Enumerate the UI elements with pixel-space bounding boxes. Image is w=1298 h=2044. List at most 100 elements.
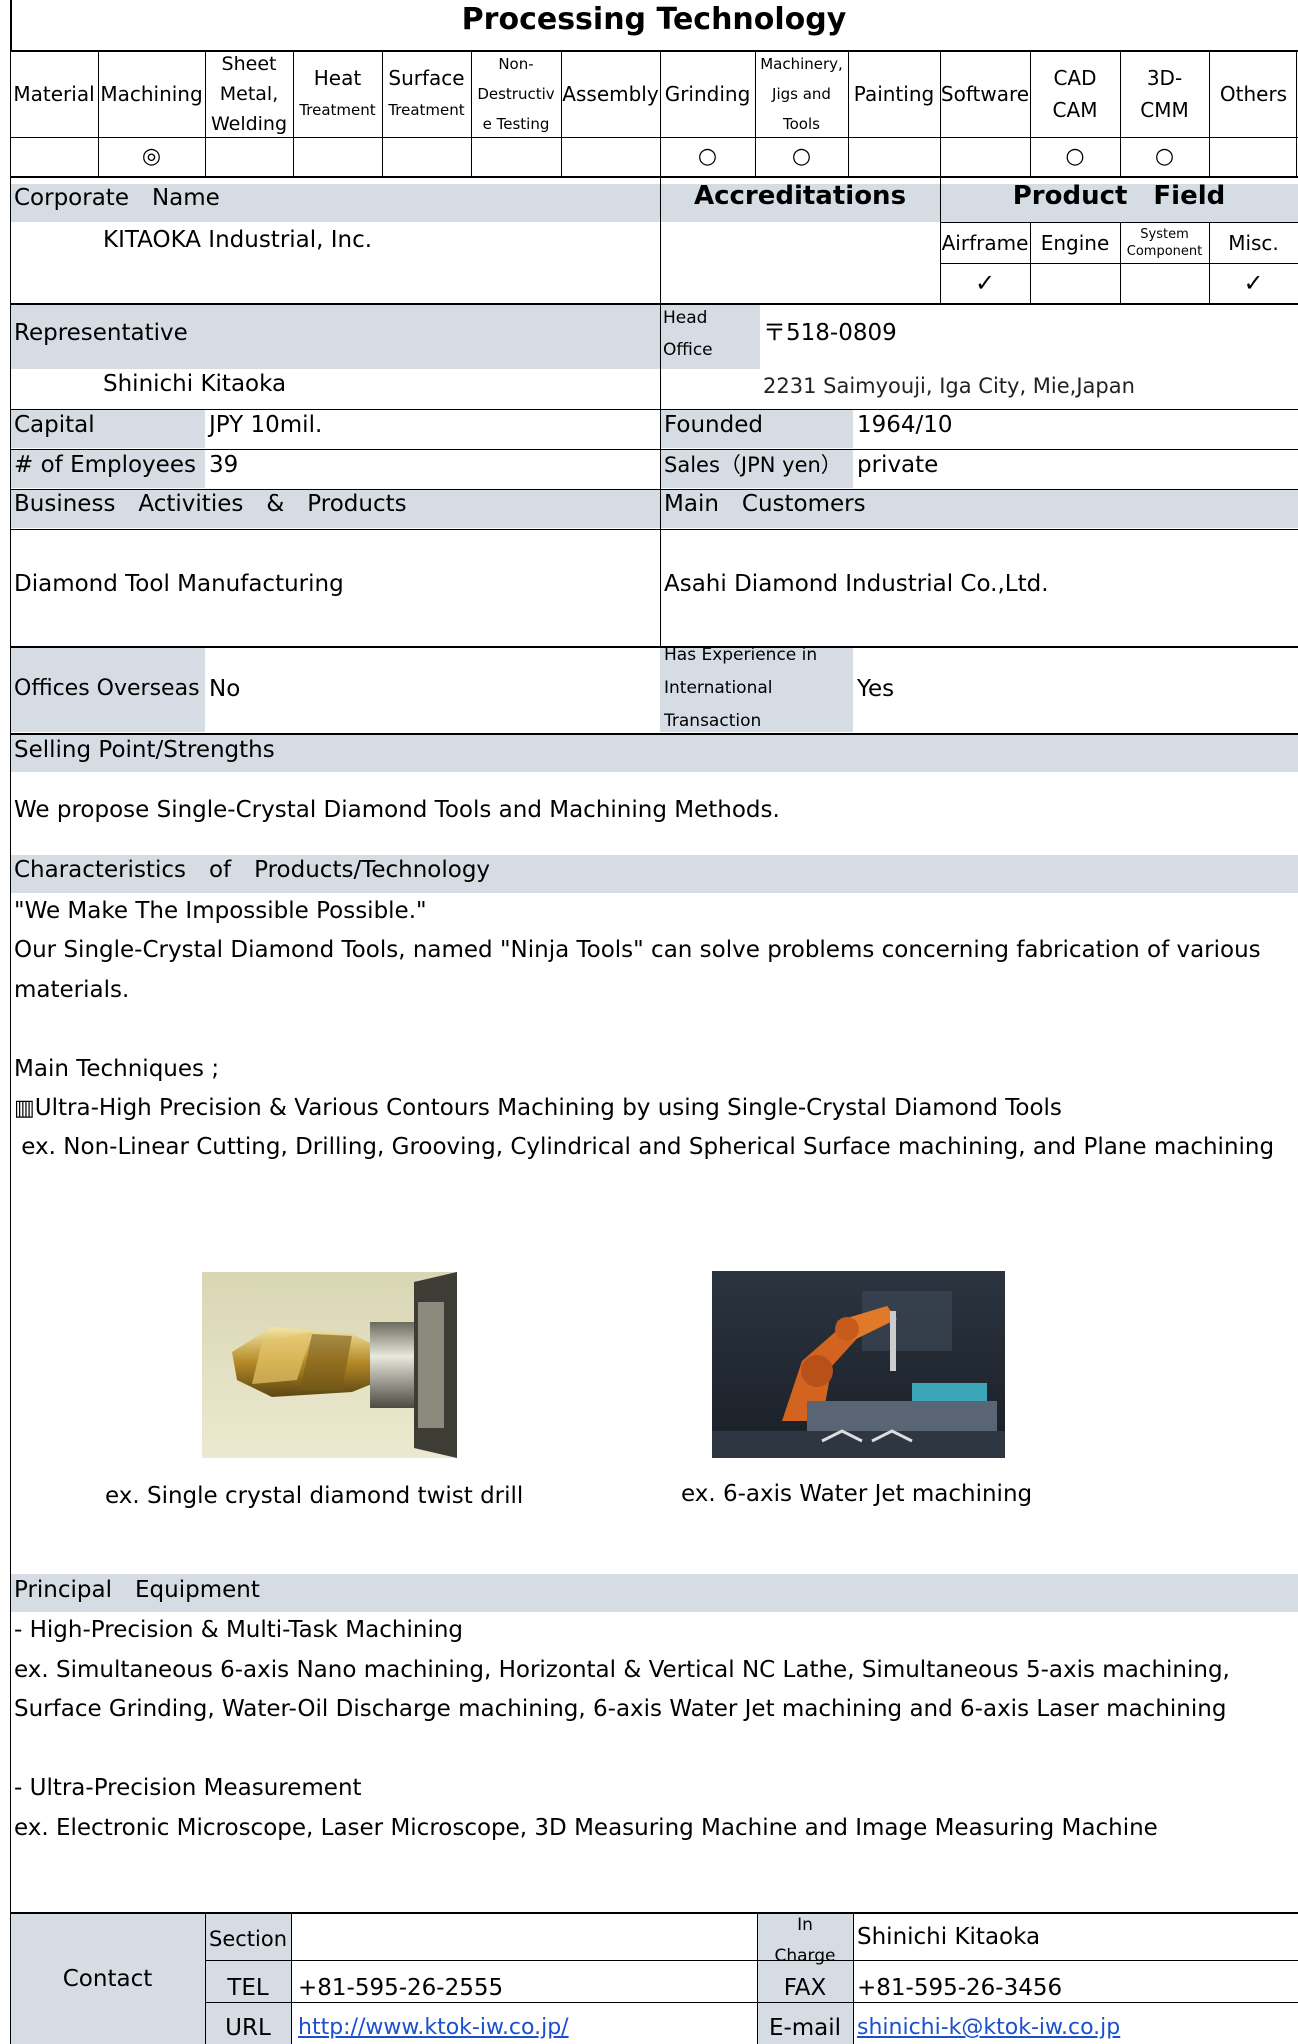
email-link[interactable]: shinichi-k@ktok-iw.co.jp: [857, 2014, 1120, 2042]
product-field-label: Product Field: [1012, 181, 1226, 211]
characteristics-line: ex. Non-Linear Cutting, Drilling, Groovi…: [14, 1134, 1275, 1160]
founded-value: 1964/10: [857, 412, 953, 438]
process-mark: [205, 139, 293, 175]
border-line: [10, 449, 1298, 450]
employees-label: # of Employees: [14, 452, 196, 478]
border-line: [10, 50, 1298, 52]
process-column-label: Software: [940, 82, 1030, 106]
process-mark: [382, 139, 471, 175]
process-column-label: CAD: [1053, 66, 1097, 90]
process-mark: [1209, 139, 1298, 175]
process-column-header: Non- Destructiv e Testing: [471, 52, 561, 136]
fax-value: +81-595-26-3456: [857, 1975, 1063, 2001]
equipment-line: - High-Precision & Multi-Task Machining: [14, 1617, 464, 1643]
fax-label: FAX: [783, 1975, 827, 2001]
accreditations-label: Accreditations: [693, 181, 907, 211]
company-profile-sheet: Processing Technology Material Machining ◎…: [0, 0, 1298, 2044]
process-column-label: CMM: [1140, 98, 1189, 122]
process-column-header: Painting: [848, 52, 940, 136]
process-column-header: Software: [940, 52, 1030, 136]
capital-value: JPY 10mil.: [209, 412, 323, 438]
process-mark: ○: [1065, 144, 1085, 169]
characteristics-bullet-line: ▥Ultra-High Precision & Various Contours…: [14, 1095, 1062, 1121]
characteristics-line: "We Make The Impossible Possible.": [14, 898, 427, 924]
water-jet-photo: [712, 1271, 1005, 1458]
border-line: [1120, 222, 1121, 303]
process-column-header: Others: [1209, 52, 1298, 136]
border-line: [10, 409, 1298, 410]
border-line: [471, 50, 472, 177]
process-column-label: Destructiv: [477, 85, 555, 103]
corporate-name-label: Corporate Name: [14, 185, 220, 211]
characteristics-line: Main Techniques ;: [14, 1056, 220, 1082]
border-line: [660, 409, 661, 647]
product-field-check: ✓: [974, 269, 996, 297]
selling-value: We propose Single-Crystal Diamond Tools …: [14, 797, 780, 823]
border-line: [291, 1912, 292, 2044]
process-column-label: Sheet: [221, 53, 277, 75]
water-jet-caption: ex. 6-axis Water Jet machining: [681, 1481, 1033, 1507]
process-column-label: Tools: [783, 115, 820, 133]
border-line: [940, 222, 1298, 223]
process-column-header: Material: [10, 52, 98, 136]
border-line: [757, 1912, 758, 2044]
bullet-glyph: ▥: [14, 1096, 35, 1121]
border-line: [848, 50, 849, 177]
tel-value: +81-595-26-2555: [298, 1975, 504, 2001]
border-line: [1209, 50, 1210, 177]
process-mark: ○: [1154, 144, 1175, 169]
process-column-label: Non-: [498, 55, 534, 73]
url-label: URL: [225, 2015, 271, 2041]
product-field-check: [1030, 264, 1120, 302]
drill-caption: ex. Single crystal diamond twist drill: [105, 1483, 524, 1509]
process-mark: ○: [791, 144, 812, 169]
border-line: [940, 176, 941, 303]
border-line: [1209, 222, 1210, 303]
border-line: [10, 733, 1298, 735]
characteristics-line: materials.: [14, 977, 130, 1003]
border-line: [10, 50, 11, 2044]
selling-label: Selling Point/Strengths: [14, 737, 275, 763]
border-line: [940, 263, 1298, 264]
process-mark: ○: [697, 144, 718, 169]
process-column-label: Machining: [100, 82, 203, 106]
border-line: [660, 50, 661, 177]
process-column-header: Machining: [98, 52, 205, 136]
business-label: Business Activities & Products: [14, 491, 407, 517]
sales-value: private: [857, 452, 939, 478]
head-office-label-2: Office: [663, 340, 713, 360]
border-line: [205, 1960, 1298, 1961]
process-column-header: Heat Treatment: [293, 52, 382, 136]
border-line: [10, 489, 1298, 490]
process-mark: [293, 139, 382, 175]
border-line: [940, 50, 941, 177]
process-mark: [561, 139, 660, 175]
product-field-label-cell: Misc.: [1228, 231, 1279, 255]
border-line: [853, 1912, 854, 2044]
border-line: [10, 137, 1298, 138]
border-line: [660, 303, 661, 409]
capital-label: Capital: [14, 412, 95, 438]
process-column-header: Machinery, Jigs and Tools: [755, 52, 848, 136]
process-column-label: Jigs and: [772, 85, 831, 103]
process-column-label: Assembly: [562, 82, 659, 106]
border-line: [1296, 50, 1297, 177]
border-line: [660, 176, 661, 303]
product-field-label-cell: Engine: [1040, 231, 1110, 255]
equipment-line: ex. Electronic Microscope, Laser Microsc…: [14, 1815, 1158, 1841]
customers-value: Asahi Diamond Industrial Co.,Ltd.: [664, 571, 1049, 597]
url-link[interactable]: http://www.ktok-iw.co.jp/: [298, 2014, 569, 2042]
twist-drill-photo: [202, 1272, 457, 1458]
characteristics-line: Our Single-Crystal Diamond Tools, named …: [14, 937, 1261, 963]
head-office-postal: 〒518-0809: [763, 320, 897, 346]
border-line: [205, 2002, 1298, 2003]
customers-label: Main Customers: [664, 491, 866, 517]
international-label-3: Transaction: [664, 711, 762, 731]
border-line: [205, 50, 206, 177]
border-line: [1120, 50, 1121, 177]
equipment-line: Surface Grinding, Water-Oil Discharge ma…: [14, 1696, 1227, 1722]
border-line: [1030, 222, 1031, 303]
business-value: Diamond Tool Manufacturing: [14, 571, 344, 597]
contact-label: Contact: [62, 1966, 153, 1992]
equipment-line: ex. Simultaneous 6-axis Nano machining, …: [14, 1657, 1230, 1683]
